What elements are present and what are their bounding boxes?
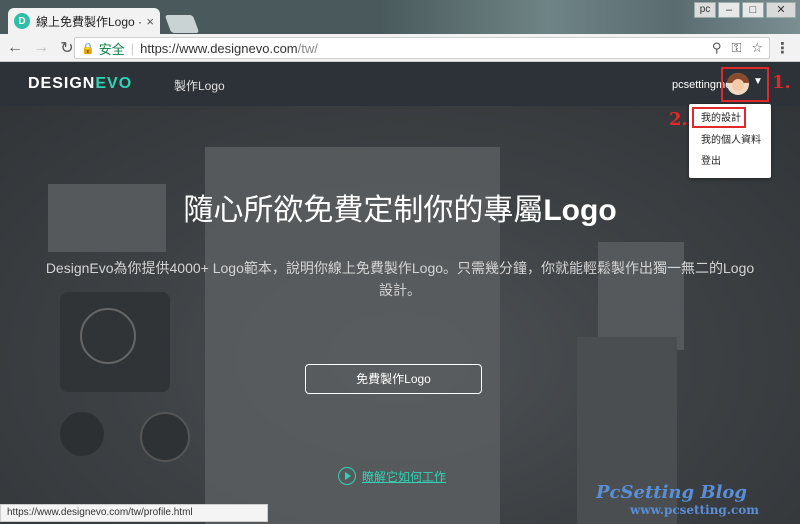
browser-tab[interactable]: D 線上免費製作Logo · 定制 × — [8, 8, 160, 34]
maximize-icon[interactable]: □ — [742, 2, 764, 18]
how-it-works-label: 瞭解它如何工作 — [362, 469, 447, 484]
menu-item-logout[interactable]: 登出 — [689, 152, 771, 172]
site-header: DESIGNEVO 製作Logo pcsettingme ▼ 1. — [0, 62, 800, 106]
key-icon[interactable]: ⚿ — [731, 40, 741, 56]
page-viewport: DESIGNEVO 製作Logo pcsettingme ▼ 1. 我的設計 我… — [0, 62, 800, 524]
star-icon[interactable]: ☆ — [751, 40, 763, 56]
play-icon — [338, 467, 356, 485]
bg-coaster — [140, 412, 190, 462]
close-window-icon[interactable]: ✕ — [766, 2, 796, 18]
omnibox-actions: ⚲ ⚿ ☆ — [712, 40, 763, 56]
menu-item-profile[interactable]: 我的個人資料 — [689, 131, 771, 151]
hero-subtitle: DesignEvo為你提供4000+ Logo範本，說明你線上免費製作Logo。… — [45, 260, 755, 298]
nav-make-logo-link[interactable]: 製作Logo — [174, 77, 225, 94]
tab-title: 線上免費製作Logo · 定制 — [36, 14, 143, 29]
window-controls: pc – □ ✕ — [694, 2, 796, 18]
logo-main: DESIGN — [28, 75, 96, 92]
bg-badge — [60, 412, 104, 456]
hero-title-bold: Logo — [543, 194, 617, 227]
bg-logo-circle — [80, 308, 136, 364]
zoom-icon[interactable]: ⚲ — [712, 40, 722, 56]
new-tab-button[interactable] — [164, 15, 200, 33]
logo-accent: EVO — [95, 75, 133, 92]
annotation-mark-1: 1. — [772, 72, 791, 93]
hero-title: 隨心所欲免費定制你的專屬Logo — [0, 185, 800, 229]
address-bar[interactable]: 🔒 安全 | https://www.designevo.com/tw/ ⚲ ⚿… — [74, 37, 770, 59]
annotation-box-avatar — [721, 67, 769, 102]
designevo-favicon-icon: D — [14, 13, 30, 29]
watermark-url: www.pcsetting.com — [630, 503, 759, 517]
profile-button[interactable]: pc — [694, 2, 716, 18]
browser-toolbar: ← → ↻ 🔒 安全 | https://www.designevo.com/t… — [0, 34, 800, 62]
url-path: /tw/ — [297, 40, 318, 56]
username-label[interactable]: pcsettingme — [672, 79, 728, 91]
forward-arrow-icon[interactable]: → — [30, 37, 52, 59]
annotation-box-my-designs — [692, 107, 746, 128]
hero-title-prefix: 隨心所欲免費定制你的專屬 — [183, 194, 544, 227]
tab-close-icon[interactable]: × — [146, 14, 154, 29]
annotation-mark-2: 2. — [669, 109, 688, 130]
url-base: https://www.designevo.com — [140, 40, 298, 56]
lock-icon: 🔒 — [81, 42, 95, 55]
minimize-icon[interactable]: – — [718, 2, 740, 18]
back-arrow-icon[interactable]: ← — [4, 37, 26, 59]
how-it-works-link[interactable]: 瞭解它如何工作 — [338, 467, 446, 485]
browser-titlebar: D 線上免費製作Logo · 定制 × pc – □ ✕ — [0, 0, 800, 34]
status-bar: https://www.designevo.com/tw/profile.htm… — [0, 504, 268, 522]
secure-label: 安全 — [98, 41, 125, 57]
watermark-title: PcSetting Blog — [596, 482, 747, 503]
browser-menu-icon[interactable]: ⋮ — [775, 39, 790, 57]
omnibox-separator: | — [130, 40, 135, 56]
site-logo[interactable]: DESIGNEVO — [28, 75, 132, 93]
free-make-logo-button[interactable]: 免費製作Logo — [305, 364, 482, 394]
